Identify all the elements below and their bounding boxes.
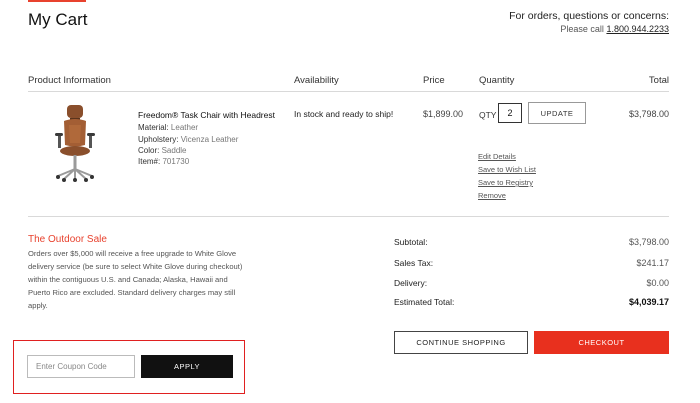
attr-label: Item#: <box>138 157 161 166</box>
quantity-input[interactable] <box>498 103 522 123</box>
contact-info: For orders, questions or concerns: Pleas… <box>509 10 669 36</box>
unit-price: $1,899.00 <box>423 109 464 119</box>
coupon-code-input[interactable] <box>27 355 135 378</box>
product-name: Freedom® Task Chair with Headrest <box>138 110 275 120</box>
estimated-total-value: $4,039.17 <box>628 297 669 307</box>
subtotal-value: $3,798.00 <box>628 237 669 247</box>
page-title: My Cart <box>28 10 88 29</box>
phone-link[interactable]: 1.800.944.2233 <box>606 24 669 34</box>
product-item-number: Item#: 701730 <box>138 157 189 166</box>
qty-label: QTY <box>479 110 497 120</box>
promo-title: The Outdoor Sale <box>28 234 107 245</box>
column-header-price: Price <box>423 75 445 86</box>
delivery-value: $0.00 <box>646 278 669 288</box>
column-header-availability: Availability <box>294 75 339 86</box>
header-divider <box>28 91 669 92</box>
apply-coupon-button[interactable]: APPLY <box>141 355 233 378</box>
column-header-product: Product Information <box>28 75 111 86</box>
product-color: Color: Saddle <box>138 146 187 155</box>
update-button[interactable]: UPDATE <box>528 102 586 124</box>
edit-details-link[interactable]: Edit Details <box>478 152 516 161</box>
availability-text: In stock and ready to ship! <box>294 109 394 119</box>
column-header-total: Total <box>648 75 669 86</box>
sales-tax-label: Sales Tax: <box>394 258 434 268</box>
line-total: $3,798.00 <box>628 109 669 119</box>
attr-label: Material: <box>138 123 169 132</box>
product-material: Material: Leather <box>138 123 198 132</box>
estimated-total-label: Estimated Total: <box>394 297 455 307</box>
attr-value: Vicenza Leather <box>180 135 239 144</box>
checkout-button[interactable]: CHECKOUT <box>534 331 669 354</box>
column-header-quantity: Quantity <box>479 75 515 86</box>
promo-text: Orders over $5,000 will receive a free u… <box>28 249 243 310</box>
items-divider <box>28 216 669 217</box>
product-upholstery: Upholstery: Vicenza Leather <box>138 135 238 144</box>
office-chair-image <box>55 105 95 182</box>
remove-link[interactable]: Remove <box>478 191 506 200</box>
attr-value: Leather <box>170 123 199 132</box>
attr-value: Saddle <box>161 146 187 155</box>
continue-shopping-button[interactable]: CONTINUE SHOPPING <box>394 331 528 354</box>
sales-tax-value: $241.17 <box>636 258 669 268</box>
delivery-label: Delivery: <box>394 278 428 288</box>
contact-heading: For orders, questions or concerns: <box>509 10 669 22</box>
top-accent-bar <box>28 0 86 2</box>
save-to-registry-link[interactable]: Save to Registry <box>478 178 533 187</box>
attr-label: Color: <box>138 146 160 155</box>
contact-line: Please call 1.800.944.2233 <box>509 23 669 36</box>
subtotal-label: Subtotal: <box>394 237 428 247</box>
contact-prefix: Please call <box>560 24 604 34</box>
save-to-wish-list-link[interactable]: Save to Wish List <box>478 165 536 174</box>
attr-label: Upholstery: <box>138 135 179 144</box>
attr-value: 701730 <box>162 157 190 166</box>
